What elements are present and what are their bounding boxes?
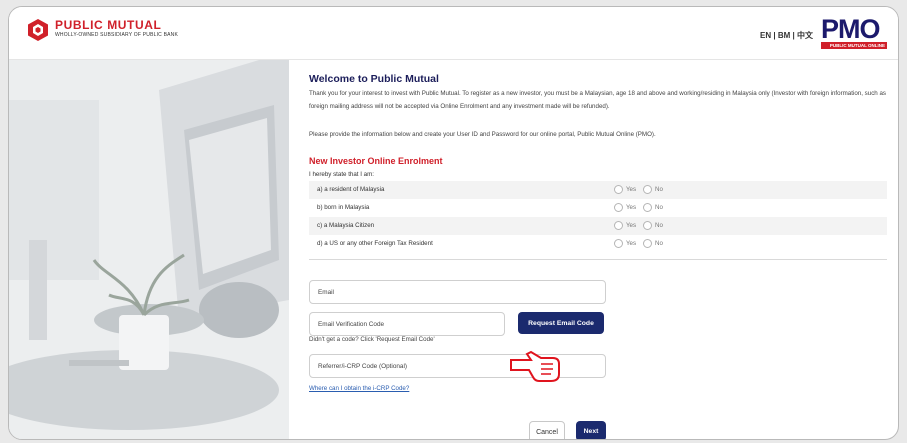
brand-name: PUBLIC MUTUAL xyxy=(55,18,162,32)
enrolment-title: New Investor Online Enrolment xyxy=(309,156,443,166)
pmo-logo-subtitle: PUBLIC MUTUAL ONLINE xyxy=(821,42,887,49)
lang-en-link[interactable]: EN xyxy=(760,31,771,40)
question-label: a) a resident of Malaysia xyxy=(317,186,385,193)
citizen-no-option[interactable]: No xyxy=(643,221,663,230)
resident-no-option[interactable]: No xyxy=(643,185,663,194)
hand-pointer-icon xyxy=(510,350,560,382)
no-code-hint: Didn't get a code? Click 'Request Email … xyxy=(309,336,435,343)
question-label: d) a US or any other Foreign Tax Residen… xyxy=(317,240,433,247)
next-button[interactable]: Next xyxy=(576,421,606,439)
declaration-questions: a) a resident of Malaysia Yes No b) born… xyxy=(309,181,887,253)
site-header: PUBLIC MUTUAL WHOLLY-OWNED SUBSIDIARY OF… xyxy=(9,7,898,60)
yes-label: Yes xyxy=(626,222,637,229)
foreign-tax-yes-option[interactable]: Yes xyxy=(614,239,636,248)
email-input[interactable]: Email xyxy=(309,280,606,304)
referrer-code-placeholder: Referrer/i-CRP Code (Optional) xyxy=(318,362,408,370)
pmo-logo: PMO PUBLIC MUTUAL ONLINE xyxy=(821,16,887,50)
born-no-option[interactable]: No xyxy=(643,203,663,212)
referrer-code-input[interactable]: Referrer/i-CRP Code (Optional) xyxy=(309,354,606,378)
yes-label: Yes xyxy=(626,204,637,211)
radio-icon[interactable] xyxy=(643,203,652,212)
yes-label: Yes xyxy=(626,186,637,193)
pmo-logo-text: PMO xyxy=(821,14,881,44)
lang-bm-link[interactable]: BM xyxy=(778,31,790,40)
welcome-title: Welcome to Public Mutual xyxy=(309,73,439,85)
resident-yes-option[interactable]: Yes xyxy=(614,185,636,194)
statement-label: I hereby state that I am: xyxy=(309,171,375,178)
radio-icon[interactable] xyxy=(614,239,623,248)
radio-icon[interactable] xyxy=(614,185,623,194)
welcome-intro: Thank you for your interest to invest wi… xyxy=(309,90,886,110)
lang-separator: | xyxy=(792,31,795,40)
welcome-instructions: Please provide the information below and… xyxy=(309,131,656,138)
radio-icon[interactable] xyxy=(643,239,652,248)
no-label: No xyxy=(655,204,663,211)
question-label: b) born in Malaysia xyxy=(317,204,370,211)
no-label: No xyxy=(655,240,663,247)
lang-zh-link[interactable]: 中文 xyxy=(797,31,813,40)
section-divider xyxy=(309,259,887,260)
no-label: No xyxy=(655,222,663,229)
radio-icon[interactable] xyxy=(614,203,623,212)
brand: PUBLIC MUTUAL WHOLLY-OWNED SUBSIDIARY OF… xyxy=(55,19,178,39)
language-switcher: EN | BM | 中文 xyxy=(760,30,813,41)
icrp-code-link[interactable]: Where can I obtain the i-CRP Code? xyxy=(309,385,409,392)
request-email-code-button[interactable]: Request Email Code xyxy=(518,312,604,334)
radio-icon[interactable] xyxy=(643,185,652,194)
office-illustration xyxy=(9,60,289,439)
question-row-citizen: c) a Malaysia Citizen Yes No xyxy=(309,217,887,235)
question-row-foreign-tax: d) a US or any other Foreign Tax Residen… xyxy=(309,235,887,253)
lang-separator: | xyxy=(773,31,776,40)
radio-icon[interactable] xyxy=(614,221,623,230)
question-row-born: b) born in Malaysia Yes No xyxy=(309,199,887,217)
no-label: No xyxy=(655,186,663,193)
public-mutual-logo-icon xyxy=(28,19,48,41)
question-label: c) a Malaysia Citizen xyxy=(317,222,375,229)
radio-icon[interactable] xyxy=(643,221,652,230)
verification-code-input[interactable]: Email Verification Code xyxy=(309,312,505,336)
verification-code-placeholder: Email Verification Code xyxy=(318,320,385,328)
brand-subtitle: WHOLLY-OWNED SUBSIDIARY OF PUBLIC BANK xyxy=(55,32,178,38)
browser-frame: PUBLIC MUTUAL WHOLLY-OWNED SUBSIDIARY OF… xyxy=(8,6,899,440)
hero-image xyxy=(9,60,289,439)
cancel-button[interactable]: Cancel xyxy=(529,421,565,439)
question-row-resident: a) a resident of Malaysia Yes No xyxy=(309,181,887,199)
enrolment-content: Welcome to Public Mutual Thank you for y… xyxy=(309,60,889,439)
citizen-yes-option[interactable]: Yes xyxy=(614,221,636,230)
yes-label: Yes xyxy=(626,240,637,247)
email-placeholder: Email xyxy=(318,288,334,296)
born-yes-option[interactable]: Yes xyxy=(614,203,636,212)
foreign-tax-no-option[interactable]: No xyxy=(643,239,663,248)
